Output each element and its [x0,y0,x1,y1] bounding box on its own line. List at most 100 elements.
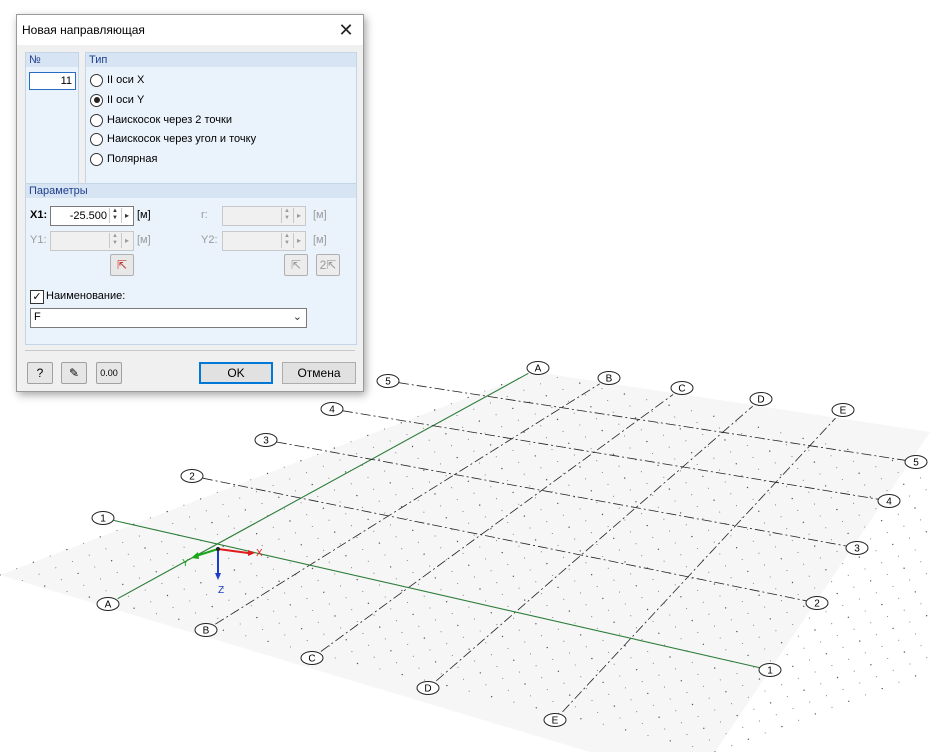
grid-dot [513,659,515,661]
grid-dot [311,567,314,570]
pick-two-points-button[interactable]: 2⇱ [316,254,340,276]
x1-spinbox[interactable]: -25.500 ▲ ▼ ▸ [50,206,134,226]
close-icon[interactable]: ✕ [335,19,357,41]
ok-button[interactable]: OK [199,362,273,384]
grid-dot [864,568,866,570]
grid-dot [797,635,799,637]
grid-dot [423,511,425,513]
edit-comment-button[interactable]: ✎ [61,362,87,384]
grid-dot [55,567,57,569]
grid-dot [362,548,364,551]
grid-dot [411,445,414,448]
grid-dot [747,654,749,657]
grid-dot [602,639,604,641]
grid-dot [596,586,598,588]
grid-dot [456,415,458,417]
grid-dot [808,449,810,451]
grid-dot [703,727,705,729]
y2-label: Y2: [201,234,218,246]
grid-dot [858,514,860,516]
y2-spinbox[interactable]: ▲ ▼ ▸ [222,231,306,251]
grid-dot [908,537,911,539]
grid-dot [630,657,632,659]
grid-dot [178,618,180,620]
grid-dot [478,462,481,464]
radio-parallel-x[interactable]: II оси X [90,72,144,88]
ground-plane [0,372,930,752]
grid-dot [540,425,542,427]
grid-dot [724,481,726,483]
radio-skew-angle-point[interactable]: Наискосок через угол и точку [90,131,256,147]
grid-dot [736,714,738,717]
grid-dot [647,692,649,695]
grid-dot [513,617,515,619]
grid-dot [808,533,810,535]
cancel-button[interactable]: Отмена [282,362,356,384]
help-button[interactable]: ? [27,362,53,384]
grid-dot [557,544,559,546]
pick-point-button[interactable]: ⇱ [110,254,134,276]
grid-dot [350,483,352,485]
grid-dot [791,497,793,500]
parameters-group-header: Параметры [26,184,356,198]
spin-arrow-icon[interactable]: ▸ [121,208,132,223]
grid-dot [434,661,437,663]
gridline-bubble-1-start-label: 1 [100,514,106,525]
grid-dot [250,563,252,565]
y1-spinbox[interactable]: ▲ ▼ ▸ [50,231,134,251]
radio-label: II оси Y [107,94,145,106]
grid-dot [608,651,610,653]
grid-dot [127,553,129,555]
grid-dot [785,444,787,446]
grid-dot [629,447,631,449]
name-combobox[interactable]: F ⌄ [30,308,307,328]
pick-point-button-2[interactable]: ⇱ [284,254,308,276]
grid-dot [630,573,632,575]
grid-dot [919,477,922,479]
spin-updown-icon[interactable]: ▲ ▼ [109,208,120,223]
grid-dot [769,534,771,536]
calculator-button[interactable]: 0.00 [96,362,122,384]
grid-dot [891,459,894,462]
radio-circle [90,73,103,87]
grid-dot [680,596,682,598]
grid-dot [373,614,375,616]
grid-dot [239,581,241,583]
grid-dot [513,701,515,703]
grid-dot [484,474,486,476]
number-group-header: № [26,53,78,67]
grid-dot [663,434,665,436]
grid-dot [390,608,392,610]
grid-dot [412,655,414,657]
grid-dot [668,488,671,490]
grid-dot [228,599,230,601]
grid-dot [317,453,319,456]
dialog-titlebar[interactable]: Новая направляющая ✕ [17,15,363,45]
grid-dot [529,569,531,571]
grid-dot [640,471,642,473]
grid-dot [786,528,788,530]
x-axis-label: X [256,548,263,559]
chevron-down-icon[interactable]: ⌄ [293,310,302,323]
r-spinbox[interactable]: ▲ ▼ ▸ [222,206,306,226]
grid-dot [758,552,760,554]
radio-parallel-y[interactable]: II оси Y [90,92,144,108]
calculator-icon: 0.00 [100,368,118,378]
grid-dot [613,579,615,581]
grid-dot [506,396,508,398]
grid-dot [646,399,648,401]
name-checkbox[interactable]: ✓ [30,290,44,304]
gridline-number-input[interactable]: 11 [29,72,76,90]
grid-dot [780,558,782,560]
grid-dot [741,517,743,519]
grid-dot [836,551,838,553]
grid-dot [540,383,542,385]
grid-dot [339,585,342,587]
radio-polar[interactable]: Полярная [90,151,157,167]
radio-skew-two-points[interactable]: Наискосок через 2 точки [90,112,232,128]
grid-dot [685,440,687,442]
grid-dot [245,635,247,637]
grid-dot [412,613,414,616]
grid-dot [690,452,693,454]
grid-dot [803,563,805,565]
